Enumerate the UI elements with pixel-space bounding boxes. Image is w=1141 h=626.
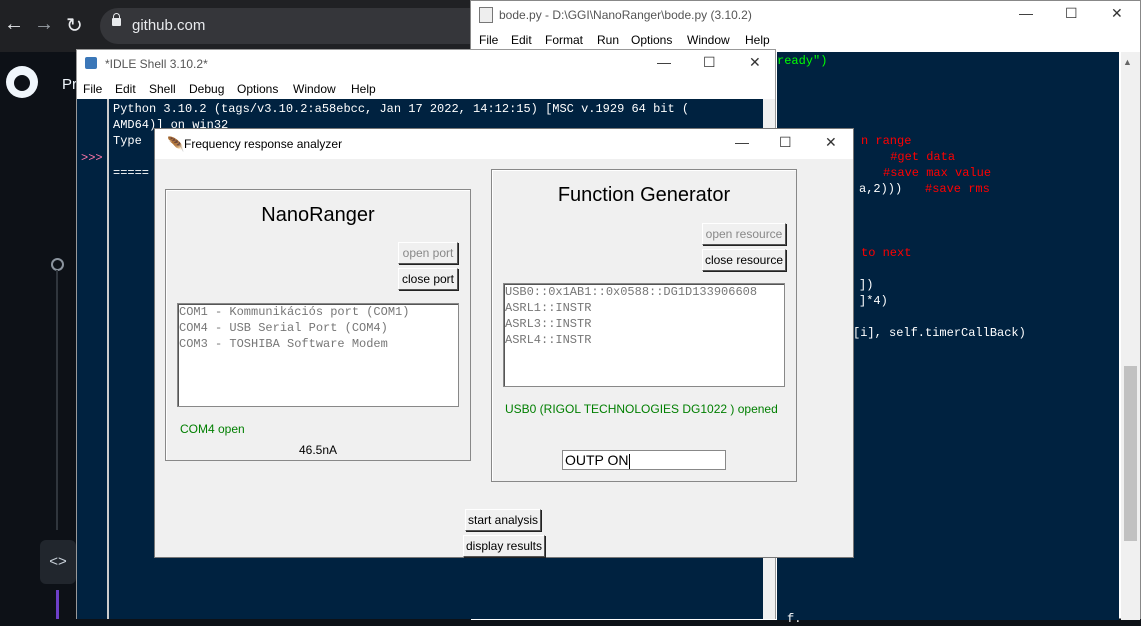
menu-file[interactable]: File: [83, 82, 102, 96]
minimize-icon[interactable]: —: [735, 134, 749, 150]
resource-item[interactable]: ASRL1::INSTR: [504, 300, 784, 316]
idle-title: *IDLE Shell 3.10.2*: [105, 57, 208, 71]
code-line: f.: [787, 612, 802, 626]
menu-edit[interactable]: Edit: [511, 33, 532, 47]
menu-edit[interactable]: Edit: [115, 82, 136, 96]
fra-window: 🪶 Frequency response analyzer — ☐ ✕ Nano…: [154, 128, 854, 558]
maximize-icon[interactable]: ☐: [1065, 5, 1078, 22]
close-resource-button[interactable]: close resource: [702, 249, 786, 271]
code-line: ]*4): [859, 294, 888, 308]
command-input[interactable]: OUTP ON: [562, 450, 726, 470]
editor-title: bode.py - D:\GGI\NanoRanger\bode.py (3.1…: [499, 8, 752, 22]
command-input-value: OUTP ON: [565, 452, 629, 468]
open-port-button[interactable]: open port: [398, 242, 458, 264]
code-line: #get data: [847, 150, 956, 164]
function-generator-heading: Function Generator: [557, 184, 731, 206]
port-item[interactable]: COM4 - USB Serial Port (COM4): [178, 320, 458, 336]
nanoranger-heading: NanoRanger: [261, 204, 375, 226]
shell-gutter: >>>: [77, 99, 109, 619]
resource-item[interactable]: USB0::0x1AB1::0x0588::DG1D133906608: [504, 284, 784, 300]
shell-line: Type: [113, 134, 142, 148]
code-line: n range: [861, 134, 912, 148]
close-icon[interactable]: ✕: [749, 54, 761, 71]
code-line: ]): [859, 278, 874, 292]
menu-help[interactable]: Help: [351, 82, 376, 96]
menu-debug[interactable]: Debug: [189, 82, 224, 96]
github-nav-text[interactable]: Pr: [62, 76, 77, 93]
close-icon[interactable]: ✕: [1111, 5, 1123, 22]
menu-file[interactable]: File: [479, 33, 498, 47]
port-item[interactable]: COM1 - Kommunikációs port (COM1): [178, 304, 458, 320]
resource-item[interactable]: ASRL4::INSTR: [504, 332, 784, 348]
shell-line: =====: [113, 166, 150, 180]
code-icon[interactable]: <>: [40, 540, 76, 584]
menu-options[interactable]: Options: [631, 33, 672, 47]
menu-window[interactable]: Window: [293, 82, 336, 96]
port-status: COM4 open: [180, 422, 245, 436]
menu-help[interactable]: Help: [745, 33, 770, 47]
function-generator-frame: Function Generator open resource close r…: [491, 169, 797, 482]
menu-format[interactable]: Format: [545, 33, 583, 47]
code-line: [i], self.timerCallBack): [853, 326, 1026, 340]
shell-prompt: >>>: [81, 151, 103, 165]
code-line: #save max value: [847, 166, 992, 180]
resource-status: USB0 (RIGOL TECHNOLOGIES DG1022 ) opened: [505, 402, 778, 416]
open-resource-button[interactable]: open resource: [702, 223, 786, 245]
browser-toolbar: ← → ↻ github.com: [0, 0, 480, 52]
idle-menubar: File Edit Shell Debug Options Window Hel…: [77, 79, 775, 99]
nanoranger-frame: NanoRanger open port close port COM1 - K…: [165, 189, 471, 461]
code-line: #save rms: [925, 182, 990, 196]
code-line: to next: [861, 246, 912, 260]
scroll-up-icon[interactable]: ▲: [1123, 57, 1132, 67]
menu-window[interactable]: Window: [687, 33, 730, 47]
code-line: ready"): [777, 54, 828, 68]
timeline-line: [56, 270, 58, 530]
fra-title: Frequency response analyzer: [184, 137, 343, 151]
minimize-icon[interactable]: —: [1019, 5, 1033, 21]
fra-titlebar: 🪶 Frequency response analyzer — ☐ ✕: [155, 129, 853, 159]
maximize-icon[interactable]: ☐: [779, 134, 792, 151]
resource-listbox[interactable]: USB0::0x1AB1::0x0588::DG1D133906608 ASRL…: [503, 283, 785, 387]
github-logo-icon[interactable]: [6, 66, 38, 98]
reload-icon[interactable]: ↻: [66, 13, 83, 38]
idle-icon: [85, 57, 97, 69]
shell-line: Python 3.10.2 (tags/v3.10.2:a58ebcc, Jan…: [113, 102, 690, 116]
resource-item[interactable]: ASRL3::INSTR: [504, 316, 784, 332]
current-reading: 46.5nA: [298, 443, 338, 457]
close-port-button[interactable]: close port: [398, 268, 458, 290]
menu-run[interactable]: Run: [597, 33, 619, 47]
timeline-accent-line: [56, 590, 59, 619]
file-icon: [479, 7, 493, 23]
code-line: a,2))): [859, 182, 903, 196]
menu-shell[interactable]: Shell: [149, 82, 176, 96]
display-results-button[interactable]: display results: [463, 535, 545, 557]
back-arrow-icon[interactable]: ←: [4, 13, 24, 36]
port-item[interactable]: COM3 - TOSHIBA Software Modem: [178, 336, 458, 352]
port-listbox[interactable]: COM1 - Kommunikációs port (COM1) COM4 - …: [177, 303, 459, 407]
lock-icon: [112, 13, 121, 26]
close-icon[interactable]: ✕: [825, 134, 837, 151]
url-text[interactable]: github.com: [132, 17, 205, 34]
menu-options[interactable]: Options: [237, 82, 278, 96]
forward-arrow-icon[interactable]: →: [34, 13, 54, 36]
feather-icon: 🪶: [167, 136, 185, 152]
minimize-icon[interactable]: —: [657, 54, 671, 70]
text-cursor: [628, 453, 630, 469]
editor-scroll-thumb[interactable]: [1124, 366, 1137, 541]
start-analysis-button[interactable]: start analysis: [465, 509, 541, 531]
maximize-icon[interactable]: ☐: [703, 54, 716, 71]
